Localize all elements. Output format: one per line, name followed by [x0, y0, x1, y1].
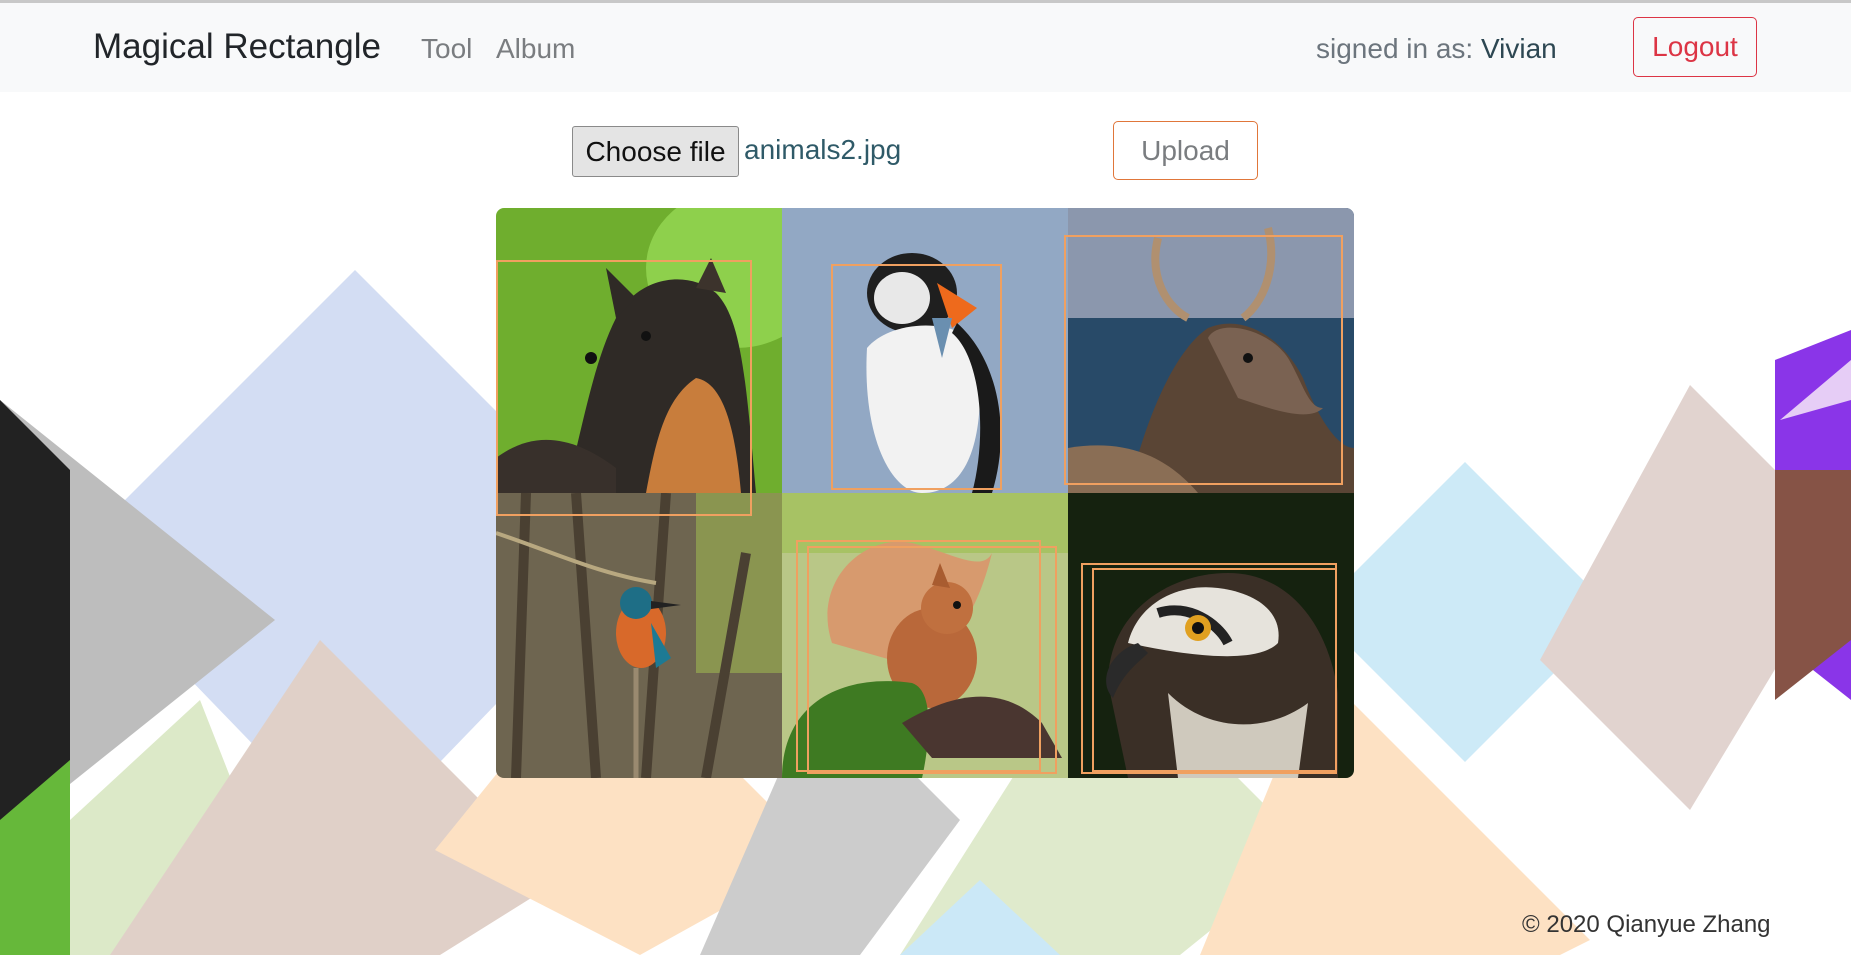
kingfisher-image	[496, 493, 782, 778]
signed-in-status: signed in as: Vivian	[1316, 33, 1557, 65]
osprey-image	[1068, 493, 1354, 778]
squirrel-image	[782, 493, 1068, 778]
username: Vivian	[1481, 33, 1557, 64]
stag-image	[1068, 208, 1354, 493]
logout-button[interactable]: Logout	[1633, 17, 1757, 77]
nav-link-tool[interactable]: Tool	[421, 33, 472, 65]
nav-link-album[interactable]: Album	[496, 33, 575, 65]
upload-button[interactable]: Upload	[1113, 121, 1258, 180]
image-grid	[496, 208, 1354, 778]
navbar: Magical Rectangle Tool Album signed in a…	[0, 3, 1851, 92]
puffin-image	[782, 208, 1068, 493]
brand-title[interactable]: Magical Rectangle	[93, 27, 381, 67]
selected-file-name: animals2.jpg	[744, 134, 902, 165]
choose-file-button[interactable]: Choose file	[572, 126, 739, 177]
marten-image	[496, 208, 782, 493]
top-border	[0, 0, 1851, 3]
signed-in-label: signed in as:	[1316, 33, 1481, 64]
footer-copyright: © 2020 Qianyue Zhang	[1522, 911, 1771, 938]
